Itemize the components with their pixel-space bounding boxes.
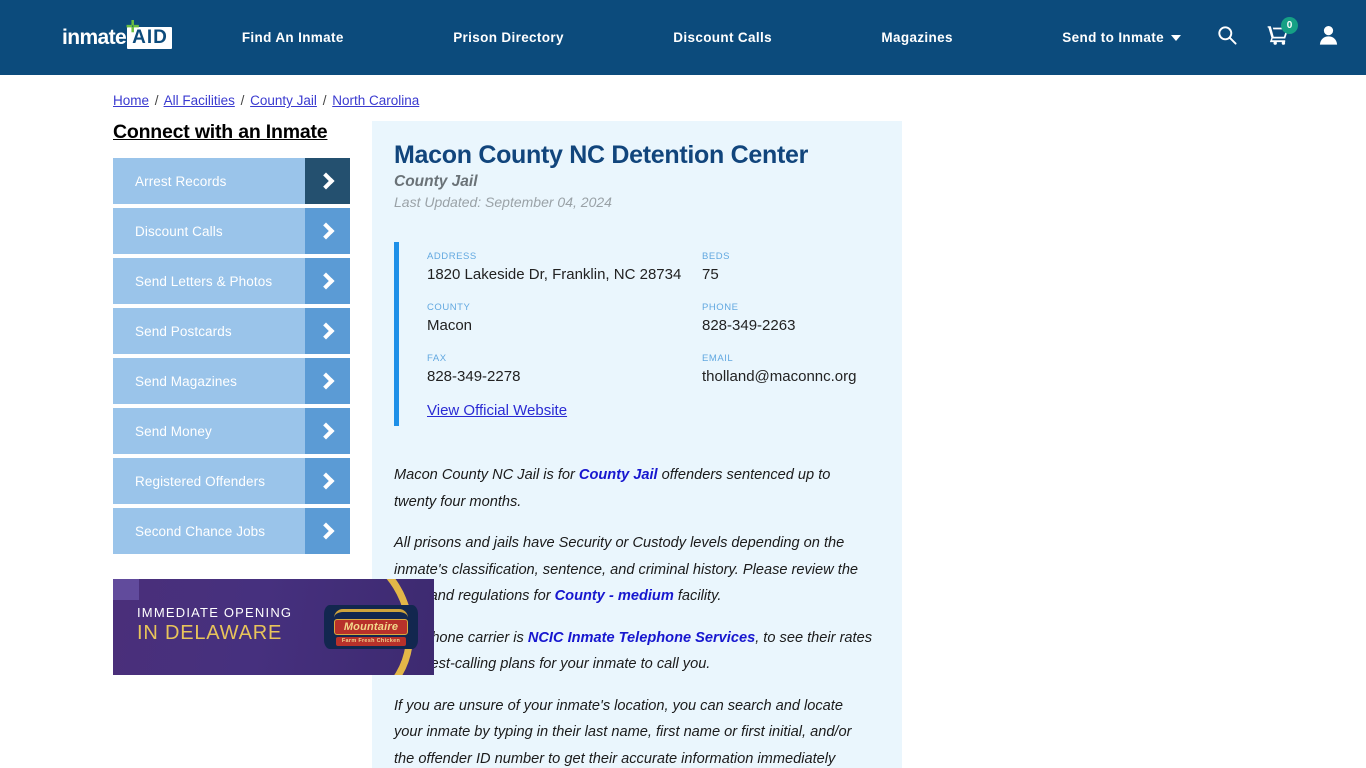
sidebar-item-label: Send Postcards [135,323,232,339]
main-navigation: Find An Inmate Prison Directory Discount… [220,30,1191,45]
info-label: PHONE [702,302,739,313]
facility-type: County Jail [394,173,478,190]
chevron-right-icon [305,508,350,554]
breadcrumb-item-home[interactable]: Home [113,93,149,108]
facility-info-block: ADDRESS 1820 Lakeside Dr, Franklin, NC 2… [394,242,874,426]
sidebar-item-label: Second Chance Jobs [135,523,266,539]
facility-description: Macon County NC Jail is for County Jail … [394,462,874,768]
breadcrumb-separator: / [154,93,159,108]
sidebar-item-label: Arrest Records [135,173,227,189]
paragraph-2-text-b: facility. [673,588,722,604]
info-field-fax: FAX 828-349-2278 [427,352,702,386]
chevron-right-icon [305,358,350,404]
info-field-phone: PHONE 828-349-2263 [702,301,874,335]
description-paragraph-1: Macon County NC Jail is for County Jail … [394,462,874,515]
description-paragraph-3: The phone carrier is NCIC Inmate Telepho… [394,625,874,678]
ad-logo-tagline: Farm Fresh Chicken [335,636,407,646]
logo-wordmark: inmate [62,25,127,49]
chevron-right-icon [305,458,350,504]
info-value: 828-349-2278 [427,368,521,385]
info-label: EMAIL [702,353,734,364]
breadcrumb-item-county-jail[interactable]: County Jail [250,93,317,108]
sidebar-item-label: Send Magazines [135,373,237,389]
info-value: Macon [427,317,473,334]
info-value: 1820 Lakeside Dr, Franklin, NC 28734 [427,266,682,283]
breadcrumb: Home / All Facilities / County Jail / No… [0,93,1366,108]
sidebar-item-second-chance-jobs[interactable]: Second Chance Jobs [113,508,350,554]
ad-logo-name: Mountaire [333,618,409,635]
info-label: COUNTY [427,302,471,313]
sidebar-item-send-magazines[interactable]: Send Magazines [113,358,350,404]
page-body: Home / All Facilities / County Jail / No… [0,75,1366,768]
advertisement-banner[interactable]: IMMEDIATE OPENING IN DELAWARE Mountaire … [113,579,434,675]
page-title: Macon County NC Detention Center [394,141,809,169]
info-field-email: EMAIL tholland@maconnc.org [702,352,874,386]
info-value: 75 [702,266,719,283]
site-header: inmate AID ✛ Find An Inmate Prison Direc… [0,0,1366,75]
nav-item-prison-directory[interactable]: Prison Directory [453,30,564,45]
sidebar-item-label: Send Money [135,423,212,439]
breadcrumb-separator: / [240,93,245,108]
chevron-down-icon [1170,34,1181,41]
sidebar-item-send-letters-photos[interactable]: Send Letters & Photos [113,258,350,304]
sidebar-heading: Connect with an Inmate [113,121,328,143]
link-county-jail[interactable]: County Jail [579,467,658,483]
ad-text-group: IMMEDIATE OPENING IN DELAWARE [137,604,292,646]
user-icon[interactable] [1319,25,1338,50]
ad-advertiser-logo: Mountaire Farm Fresh Chicken [324,605,418,649]
nav-item-discount-calls[interactable]: Discount Calls [673,30,772,45]
ad-headline-secondary: IN DELAWARE [137,622,283,644]
nav-item-send-to-inmate-label: Send to Inmate [1062,30,1164,45]
chevron-right-icon [305,408,350,454]
breadcrumb-item-all-facilities[interactable]: All Facilities [164,93,235,108]
view-official-website-link[interactable]: View Official Website [427,402,567,419]
info-field-beds: BEDS 75 [702,250,874,284]
sidebar-item-send-money[interactable]: Send Money [113,408,350,454]
header-icon-group: 0 [1217,17,1338,50]
sidebar-item-label: Send Letters & Photos [135,273,273,289]
info-value: 828-349-2263 [702,317,796,334]
search-icon[interactable] [1217,25,1237,50]
link-ncic-inmate-telephone-services[interactable]: NCIC Inmate Telephone Services [528,630,755,646]
nav-item-find-an-inmate[interactable]: Find An Inmate [242,30,344,45]
chevron-right-icon [305,208,350,254]
content-columns: Connect with an Inmate Arrest Records Di… [0,121,1366,768]
info-field-address: ADDRESS 1820 Lakeside Dr, Franklin, NC 2… [427,250,702,284]
cart-count-badge: 0 [1281,17,1298,34]
sidebar-item-label: Discount Calls [135,223,223,239]
info-label: BEDS [702,251,731,262]
info-label: FAX [427,353,447,364]
breadcrumb-separator: / [322,93,327,108]
sidebar-item-arrest-records[interactable]: Arrest Records [113,158,350,204]
logo-cross-icon: ✛ [126,18,140,36]
info-field-county: COUNTY Macon [427,301,702,335]
sidebar: Connect with an Inmate Arrest Records Di… [0,121,434,675]
sidebar-item-label: Registered Offenders [135,473,266,489]
info-label: ADDRESS [427,251,477,262]
link-county-medium[interactable]: County - medium [555,588,674,604]
site-logo[interactable]: inmate AID ✛ [62,18,172,53]
paragraph-1-text-a: Macon County NC Jail is for [394,467,579,483]
sidebar-item-registered-offenders[interactable]: Registered Offenders [113,458,350,504]
facility-detail-card: Macon County NC Detention Center County … [372,121,902,768]
ad-headline-primary: IMMEDIATE OPENING [137,605,293,620]
chevron-right-icon [305,308,350,354]
ad-logo-arc [334,608,408,618]
breadcrumb-item-north-carolina[interactable]: North Carolina [332,93,419,108]
sidebar-item-send-postcards[interactable]: Send Postcards [113,308,350,354]
chevron-right-icon [305,158,350,204]
description-paragraph-4: If you are unsure of your inmate's locat… [394,693,874,768]
cart-icon[interactable]: 0 [1267,17,1298,50]
facility-info-grid: ADDRESS 1820 Lakeside Dr, Franklin, NC 2… [427,250,874,386]
info-value: tholland@maconnc.org [702,368,857,385]
nav-item-send-to-inmate[interactable]: Send to Inmate [1062,30,1181,45]
chevron-right-icon [305,258,350,304]
nav-item-magazines[interactable]: Magazines [881,30,952,45]
ad-corner-accent [113,579,139,600]
description-paragraph-2: All prisons and jails have Security or C… [394,530,874,610]
sidebar-item-discount-calls[interactable]: Discount Calls [113,208,350,254]
paragraph-4-text-a: If you are unsure of your inmate's locat… [394,697,852,767]
last-updated-text: Last Updated: September 04, 2024 [394,194,612,210]
